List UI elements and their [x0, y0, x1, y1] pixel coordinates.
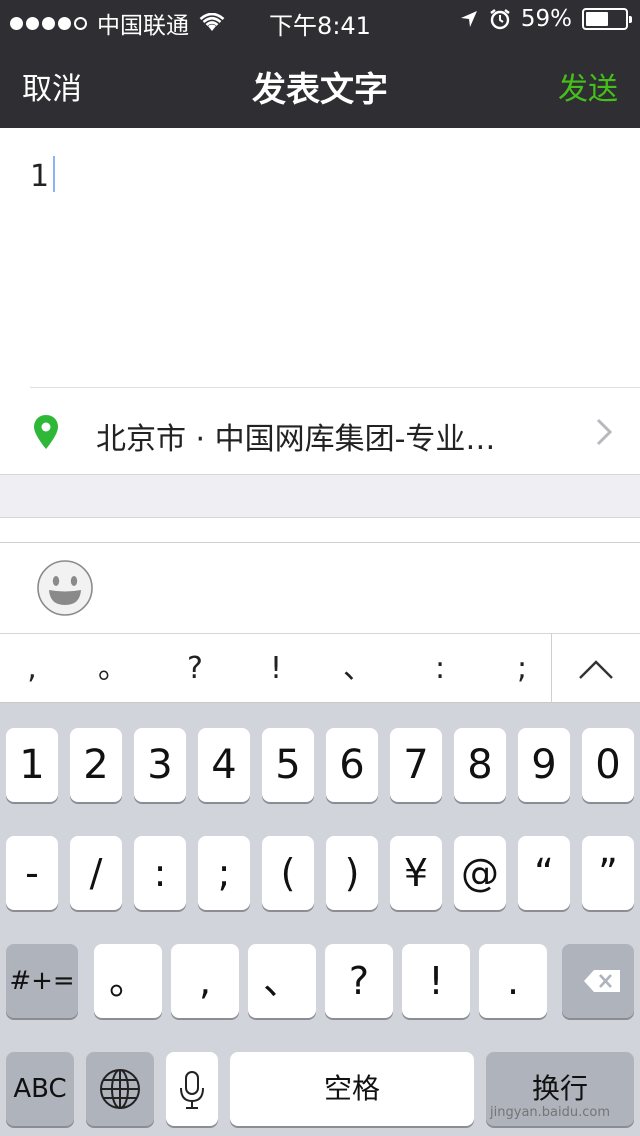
- key-5[interactable]: 5: [262, 728, 314, 802]
- punct-key-colon[interactable]: :: [400, 634, 480, 704]
- emoji-toolbar: [0, 543, 640, 633]
- key-4[interactable]: 4: [198, 728, 250, 802]
- top-bar: 中国联通 下午8:41 59% 取消 发表文字 发送: [0, 0, 640, 128]
- abc-key[interactable]: ABC: [6, 1052, 74, 1126]
- chevron-right-icon: [596, 418, 612, 446]
- text-caret: [53, 156, 56, 192]
- punct-key-comma[interactable]: ,: [0, 634, 72, 704]
- key-7[interactable]: 7: [390, 728, 442, 802]
- key-cn-comma[interactable]: ,: [171, 944, 239, 1018]
- key-3[interactable]: 3: [134, 728, 186, 802]
- globe-icon: [100, 1069, 140, 1109]
- battery-icon: [582, 8, 632, 30]
- key-8[interactable]: 8: [454, 728, 506, 802]
- key-0[interactable]: 0: [582, 728, 634, 802]
- location-text: 北京市 · 中国网库集团-专业…: [96, 422, 496, 457]
- key-6[interactable]: 6: [326, 728, 378, 802]
- key-cn-pause[interactable]: 、: [248, 944, 316, 1018]
- key-hyphen[interactable]: -: [6, 836, 58, 910]
- chevron-up-icon: [579, 660, 613, 679]
- key-2[interactable]: 2: [70, 728, 122, 802]
- punct-key-exclamation[interactable]: !: [236, 634, 316, 704]
- divider-strip: [0, 517, 640, 543]
- page-title: 发表文字: [252, 70, 388, 110]
- backspace-icon: [584, 970, 620, 992]
- send-button[interactable]: 发送: [558, 64, 618, 108]
- key-left-paren[interactable]: (: [262, 836, 314, 910]
- punct-key-pause[interactable]: 、: [318, 634, 398, 704]
- key-at[interactable]: @: [454, 836, 506, 910]
- key-cn-period[interactable]: 。: [94, 944, 162, 1018]
- backspace-key[interactable]: [562, 944, 634, 1018]
- key-1[interactable]: 1: [6, 728, 58, 802]
- status-bar: 中国联通 下午8:41 59%: [0, 0, 640, 40]
- punct-key-period[interactable]: 。: [73, 634, 153, 704]
- location-pin-icon: [34, 415, 58, 449]
- key-right-paren[interactable]: ): [326, 836, 378, 910]
- punctuation-bar: , 。 ? ! 、 : ;: [0, 633, 640, 704]
- expand-punctuation-button[interactable]: [551, 634, 640, 704]
- key-9[interactable]: 9: [518, 728, 570, 802]
- key-left-quote[interactable]: “: [518, 836, 570, 910]
- microphone-icon: [180, 1071, 204, 1109]
- battery-fill: [586, 12, 609, 26]
- punct-key-question[interactable]: ?: [155, 634, 235, 704]
- space-key[interactable]: 空格: [230, 1052, 474, 1126]
- navigation-bar: 取消 发表文字 发送: [0, 40, 640, 128]
- post-text: 1: [30, 159, 50, 194]
- key-slash[interactable]: /: [70, 836, 122, 910]
- key-right-quote[interactable]: ”: [582, 836, 634, 910]
- key-semicolon[interactable]: ;: [198, 836, 250, 910]
- section-spacer: [0, 475, 640, 517]
- more-symbols-key[interactable]: #+=: [6, 944, 78, 1018]
- alarm-icon: [490, 9, 510, 30]
- punct-key-semicolon[interactable]: ;: [482, 634, 562, 704]
- battery-percent: 59%: [520, 6, 572, 32]
- watermark-text: jingyan.baidu.com: [490, 1105, 610, 1120]
- microphone-key[interactable]: [166, 1052, 218, 1126]
- key-dot[interactable]: .: [479, 944, 547, 1018]
- location-arrow-icon: [460, 11, 477, 27]
- key-yen[interactable]: ¥: [390, 836, 442, 910]
- post-text-area[interactable]: 1: [0, 128, 640, 386]
- emoji-icon[interactable]: [36, 559, 94, 617]
- keyboard: 1 2 3 4 5 6 7 8 9 0 - / : ; ( ) ¥ @ “ ” …: [0, 703, 640, 1136]
- location-row[interactable]: 北京市 · 中国网库集团-专业…: [0, 387, 640, 475]
- key-exclamation[interactable]: !: [402, 944, 470, 1018]
- key-colon[interactable]: :: [134, 836, 186, 910]
- key-question[interactable]: ?: [325, 944, 393, 1018]
- globe-key[interactable]: [86, 1052, 154, 1126]
